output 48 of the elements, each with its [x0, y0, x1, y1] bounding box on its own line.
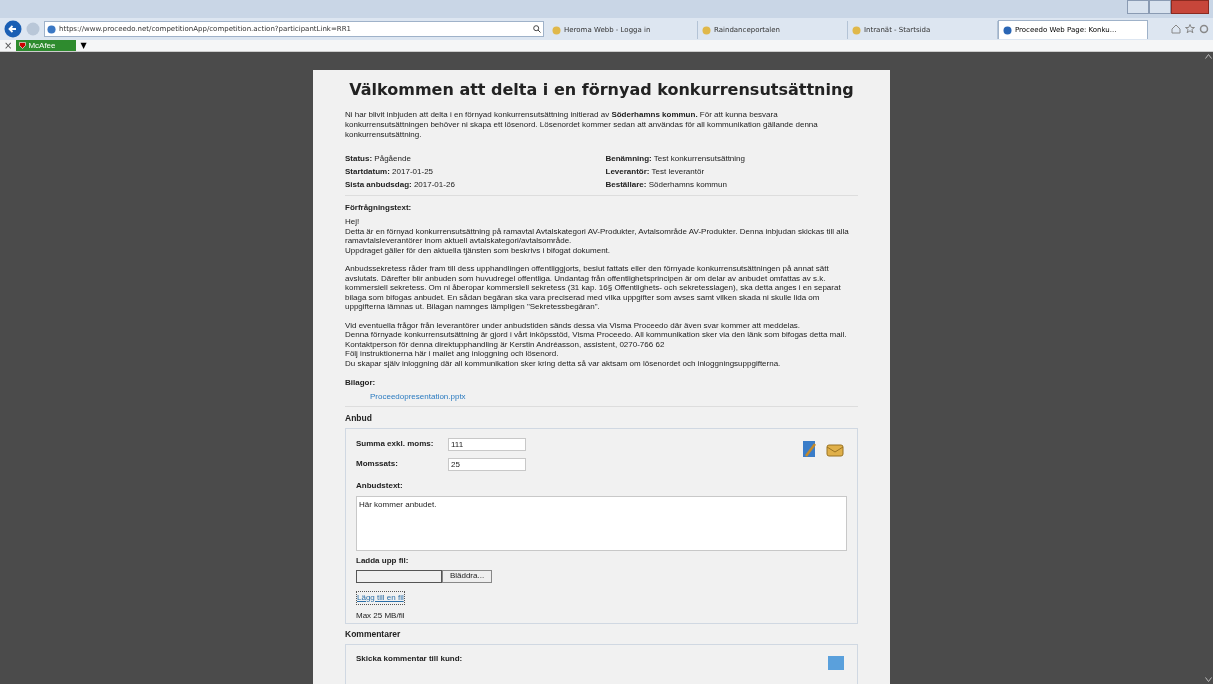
- attachment-link[interactable]: Proceedopresentation.pptx: [370, 391, 858, 403]
- section-heading: Bilagor:: [345, 377, 377, 389]
- maximize-button[interactable]: [1149, 0, 1171, 14]
- inquiry-text: Uppdraget gäller för den aktuella tjänsten som beskrivs i bifogat dokument.: [345, 245, 612, 255]
- intro-text: Ni har blivit inbjuden att delta i en förnyad konkurrensutsättning initierad av Söderhamns kommun. För att kunna besvara konkurrensutsättningen behöver ni skapa ett lösenord. Lösenordet kommer sedan att användas för all kommunikation gällande denna konkurrensutsättning.: [345, 110, 819, 140]
- info-field: Status: Pågående: [345, 152, 602, 165]
- field-label: Momssats:: [356, 458, 399, 471]
- close-button[interactable]: [1171, 0, 1209, 14]
- inquiry-text: Kontaktperson för denna direktupphandling är Kerstin Andréasson, assistent, 0270-766 62: [345, 339, 666, 349]
- field-label: Ladda upp fil:: [356, 554, 410, 567]
- section-heading: Kommentarer: [345, 627, 402, 641]
- inquiry-text: Följ instruktionerna här i mailet ang inloggning och lösenord.: [345, 349, 560, 359]
- inquiry-text: Denna förnyade konkurrensutsättning är gjord i vårt inköpsstöd, Visma Proceedo. All kommunikation sker via den länk som bifogas detta mail.: [345, 330, 848, 340]
- scrollbar[interactable]: [1203, 52, 1213, 684]
- search-icon[interactable]: [533, 25, 541, 33]
- dropdown-button[interactable]: ▼: [80, 41, 87, 50]
- scroll-up-icon[interactable]: [1204, 54, 1212, 59]
- info-field: Benämning: Test konkurrensutsättning: [605, 152, 858, 165]
- input-field[interactable]: 25: [448, 457, 526, 471]
- close-toolbar-button[interactable]: ×: [4, 40, 13, 51]
- minimize-button[interactable]: [1127, 0, 1149, 14]
- home-icon[interactable]: [1171, 24, 1181, 34]
- shield-icon: [19, 42, 27, 49]
- star-icon[interactable]: [1185, 24, 1195, 34]
- addon-button[interactable]: McAfee: [16, 40, 77, 51]
- field-label: Summa exkl. moms:: [356, 438, 435, 451]
- field-label: Skicka kommentar till kund:: [356, 652, 463, 665]
- browse-button[interactable]: Bläddra...: [442, 569, 492, 583]
- add-file-link[interactable]: Lägg till en fil: [356, 590, 405, 605]
- info-field: Sista anbudsdag: 2017-01-26: [345, 178, 602, 191]
- file-size-note: Max 25 MB/fil: [356, 609, 406, 622]
- back-icon[interactable]: [4, 20, 22, 38]
- page-title: Välkommen att delta i en förnyad konkurrensutsättning: [348, 79, 855, 101]
- info-field: Startdatum: 2017-01-25: [345, 165, 602, 178]
- inquiry-text: Detta är en förnyad konkurrensutsättning på ramavtal Avtalskategori AV-Produkter, Avtalsområde AV-Produkter. Denna inbjudan skickas till alla ramavtalsleverantörer inom aktuell avtalskategori/avtalsområde.: [345, 226, 850, 246]
- info-field: Beställare: Söderhamns kommun: [605, 178, 858, 191]
- inquiry-text: Hej!: [345, 217, 361, 227]
- bid-text-area[interactable]: Här kommer anbudet.: [356, 495, 847, 551]
- section-heading: Förfrågningstext:: [345, 202, 413, 214]
- inquiry-text: Anbudssekretess råder fram till dess upphandlingen offentliggjorts, beslut fattats eller den förnyade konkurrensutsättningen på annat sätt avslutats. Därefter blir anbuden som huvudregel offentliga. Undantag från offentlighetsprincipen är om delar av anbudet omfattas av s.k. kommersiell sekretess. Om ni åberopar kommersiell sekretess (31 kap. 16§ Offentlighets- och sekretesslagen), ska detta anges i en separat bilaga som bifogas anbudet. En sådan begäran ska vara preciserad med vilka uppgifter som avses samt vilken skada ni skulle lida om uppgifterna lämnas ut. Bilagan namnges lämpligen "Sekretessbegäran".: [345, 264, 842, 312]
- inquiry-text: Vid eventuella frågor från leverantörer under anbudstiden sänds dessa via Visma Proceedo där även svar kommer att meddelas.: [345, 320, 802, 330]
- info-field: Leverantör: Test leverantör: [605, 165, 858, 178]
- field-label: Anbudstext:: [356, 479, 404, 492]
- inquiry-text: Du skapar själv inloggning där all kommunikation sker kring detta så var aktsam om lösenordet och inloggningsuppgifterna.: [345, 358, 782, 368]
- input-field[interactable]: 111: [448, 437, 526, 451]
- file-path-field[interactable]: [356, 569, 442, 583]
- section-heading: Anbud: [345, 412, 373, 425]
- scroll-down-icon[interactable]: [1204, 677, 1212, 682]
